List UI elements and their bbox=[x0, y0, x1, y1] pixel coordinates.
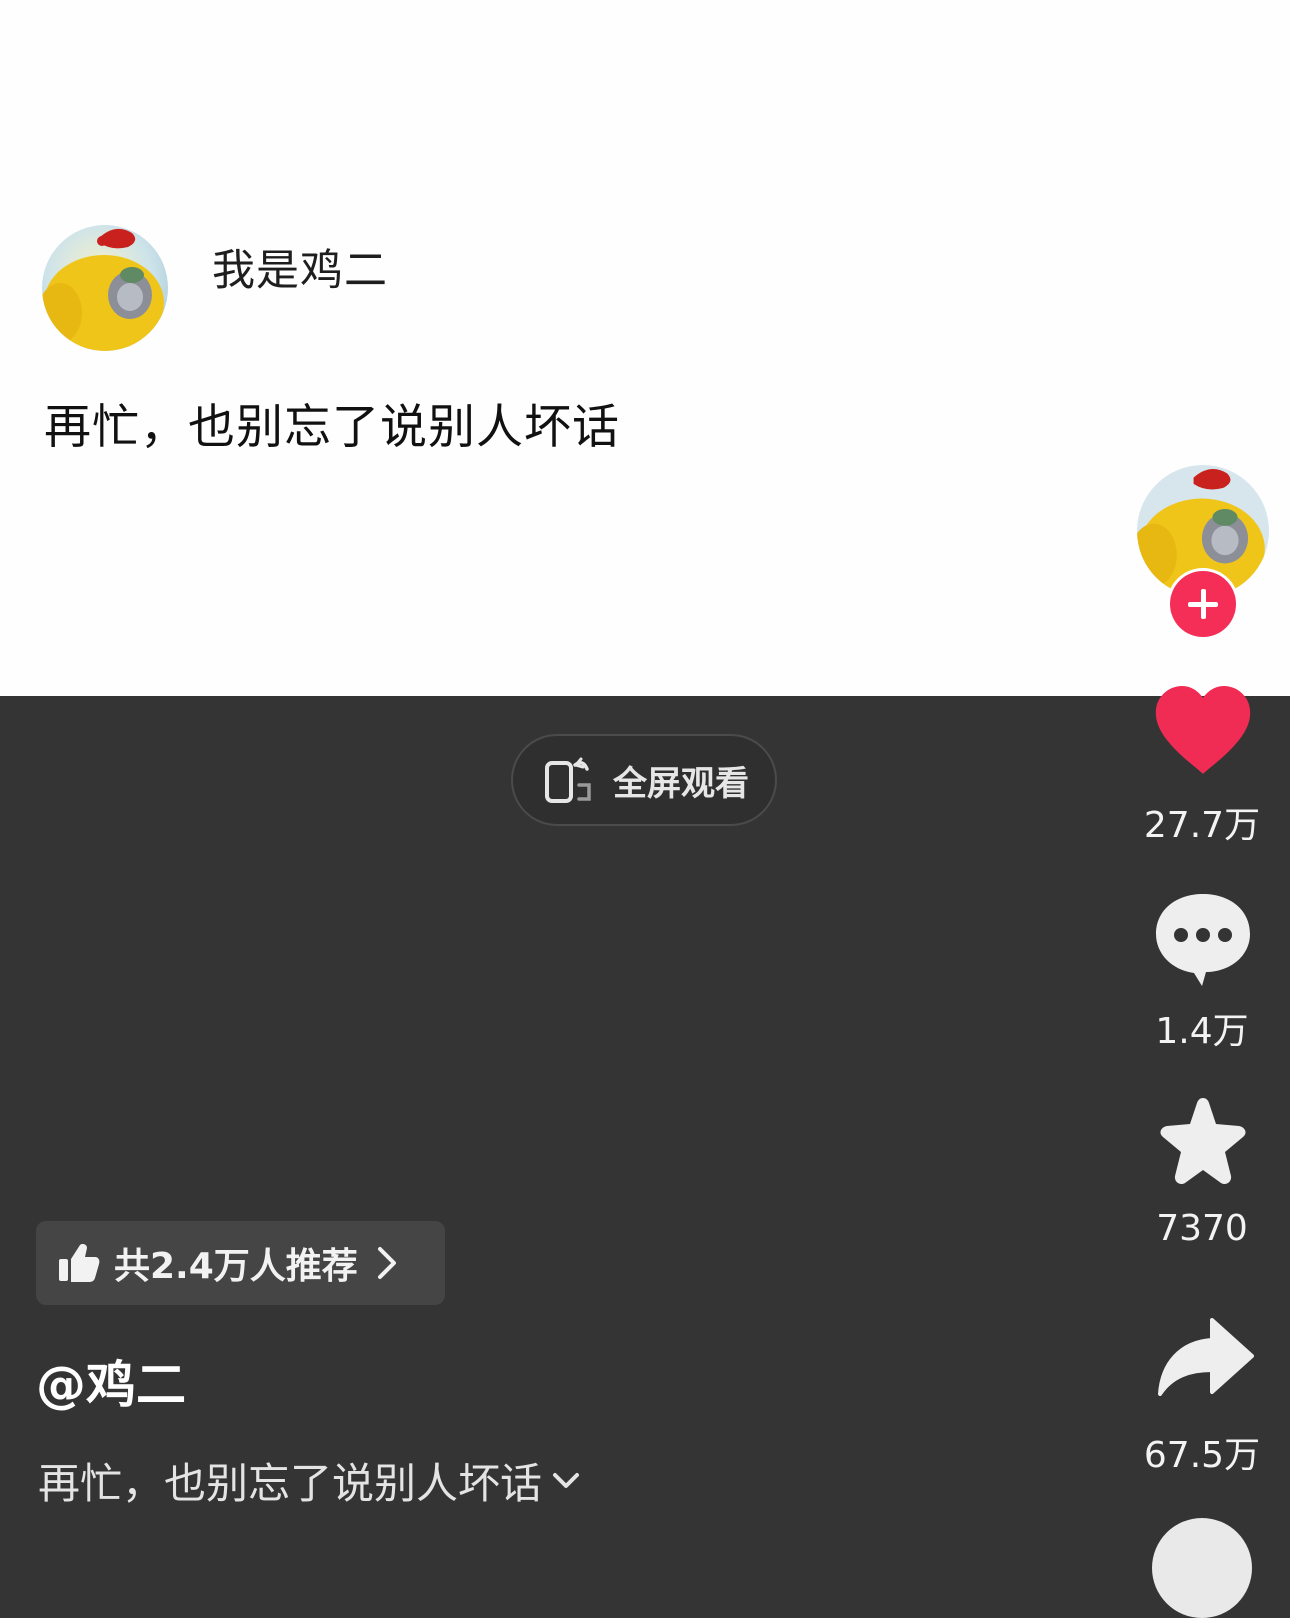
share-button[interactable] bbox=[1156, 1318, 1254, 1400]
avatar-image bbox=[42, 225, 168, 351]
video-caption-text: 再忙，也别忘了说别人坏话 bbox=[38, 1459, 543, 1508]
recommend-banner[interactable]: 共2.4万人推荐 bbox=[36, 1221, 445, 1305]
share-count: 67.5万 bbox=[1143, 1435, 1261, 1476]
heart-icon bbox=[1155, 686, 1251, 774]
favorite-count: 7370 bbox=[1156, 1208, 1248, 1249]
comment-icon bbox=[1156, 894, 1250, 986]
like-count: 27.7万 bbox=[1143, 805, 1261, 846]
recommend-label: 共2.4万人推荐 bbox=[114, 1246, 358, 1287]
post-author-avatar[interactable] bbox=[42, 225, 168, 351]
post-author-name[interactable]: 我是鸡二 bbox=[212, 236, 388, 298]
post-card: 我是鸡二 再忙，也别忘了说别人坏话 bbox=[0, 0, 1290, 696]
post-text: 再忙，也别忘了说别人坏话 bbox=[44, 400, 620, 455]
fullscreen-label: 全屏观看 bbox=[613, 763, 749, 804]
star-icon bbox=[1160, 1098, 1246, 1185]
follow-button[interactable] bbox=[1170, 571, 1236, 637]
fullscreen-button[interactable]: 全屏观看 bbox=[511, 734, 777, 826]
music-disc-avatar[interactable] bbox=[1152, 1518, 1252, 1618]
plus-icon bbox=[1188, 589, 1218, 619]
chevron-down-icon[interactable] bbox=[552, 1471, 580, 1491]
like-button[interactable] bbox=[1154, 686, 1252, 780]
video-author-name[interactable]: @鸡二 bbox=[36, 1345, 186, 1417]
video-caption[interactable]: 再忙，也别忘了说别人坏话 bbox=[38, 1450, 580, 1511]
thumbs-up-icon bbox=[59, 1244, 100, 1282]
comment-button[interactable] bbox=[1154, 892, 1252, 992]
comment-count: 1.4万 bbox=[1155, 1011, 1249, 1052]
chevron-right-icon bbox=[377, 1247, 396, 1279]
share-icon bbox=[1158, 1318, 1254, 1396]
favorite-button[interactable] bbox=[1155, 1096, 1251, 1192]
rotate-screen-icon bbox=[545, 757, 591, 803]
